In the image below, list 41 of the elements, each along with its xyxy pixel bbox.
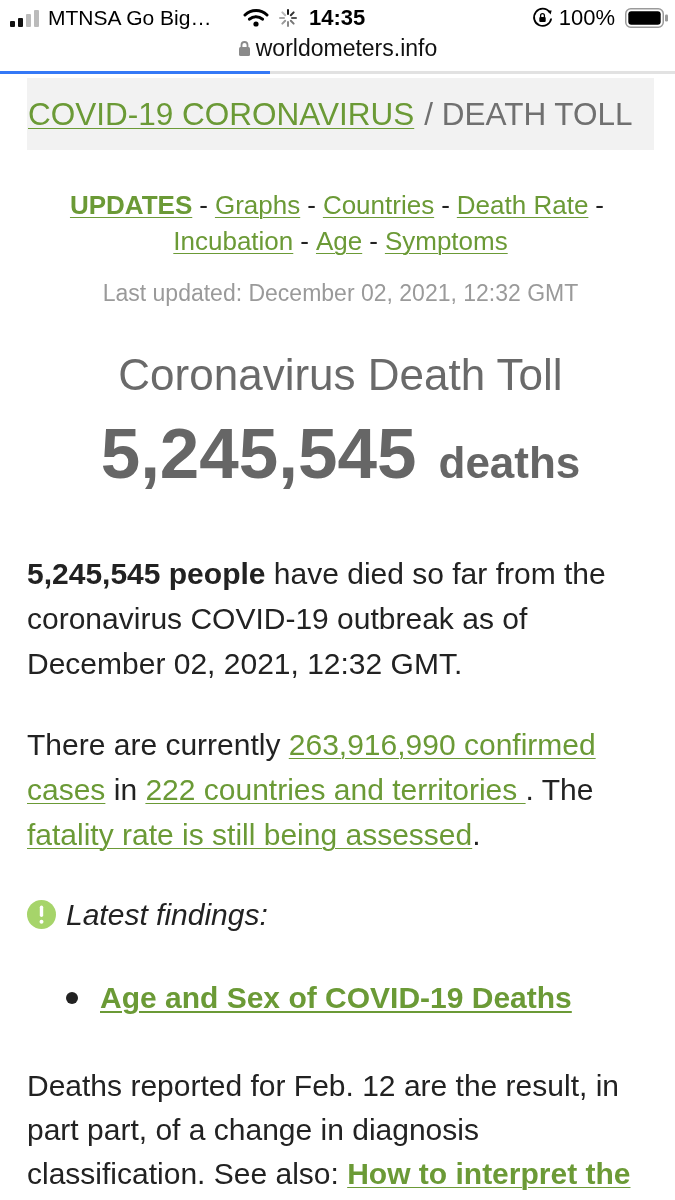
cases-paragraph: There are currently 263,916,990 confirmed cases in 222 countries and territories . The fatality rate is still being assessed. (27, 727, 597, 853)
breadcrumb-current: / DEATH TOLL (424, 95, 633, 133)
nav-separator: - (441, 190, 450, 220)
nav-link[interactable]: Incubation (173, 226, 294, 256)
death-count: 5,245,545 (100, 414, 417, 494)
lock-icon (237, 40, 251, 56)
signal-icon (10, 10, 40, 27)
inline-link[interactable]: How to interpret the (347, 1157, 631, 1190)
nav-link[interactable]: Age (315, 226, 363, 256)
inline-link[interactable]: cases (27, 773, 106, 806)
summary-paragraph: 5,245,545 people have died so far from the coronavirus COVID-19 outbreak as of December 02, 2021, 12:32 GMT. (27, 556, 607, 682)
nav-separator: - (199, 190, 208, 220)
findings-title: Latest findings: (66, 897, 268, 932)
orientation-lock-icon (531, 7, 553, 28)
nav-link[interactable]: Symptoms (384, 226, 508, 256)
nav-link[interactable]: UPDATES (69, 190, 193, 220)
nav-separator: - (307, 190, 316, 220)
nav-separator: - (300, 226, 309, 256)
nav-link[interactable]: Death Rate (456, 190, 589, 220)
alert-icon (27, 900, 56, 929)
clock-time: 14:35 (309, 4, 366, 31)
battery-icon (625, 7, 668, 28)
nav-separator: - (369, 226, 378, 256)
inline-link[interactable]: fatality rate is still being assessed (27, 818, 473, 851)
findings-link[interactable]: Age and Sex of COVID-19 Deaths (100, 980, 572, 1015)
nav-separator: - (595, 190, 605, 220)
count-unit: deaths (438, 441, 581, 485)
inline-link[interactable]: 222 countries and territories (145, 773, 526, 806)
wifi-icon (243, 8, 269, 27)
battery-percent: 100% (558, 4, 615, 31)
nav-link[interactable]: Countries (322, 190, 435, 220)
breadcrumb-link[interactable]: COVID-19 CORONAVIRUS (28, 95, 415, 133)
note-paragraph: Deaths reported for Feb. 12 are the result, in part part, of a change in diagnosis classification. See also: How to interpret the (27, 1068, 632, 1192)
inline-link[interactable]: 263,916,990 confirmed (288, 728, 596, 761)
bullet-icon (66, 991, 78, 1004)
last-updated-text: Last updated: December 02, 2021, 12:32 GMT (101, 279, 580, 308)
nav-link[interactable]: Graphs (214, 190, 301, 220)
address-bar-url[interactable]: worldometers.info (255, 34, 438, 62)
page-heading: Coronavirus Death Toll (117, 349, 564, 401)
activity-spinner-icon (279, 8, 297, 27)
carrier-name: MTNSA Go Big… (48, 5, 212, 30)
